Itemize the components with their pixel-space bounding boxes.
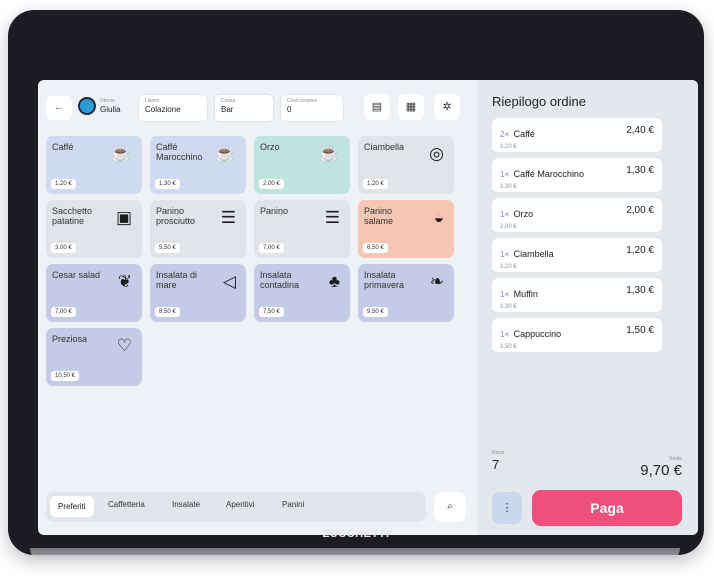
pieces-label: Pezzi bbox=[492, 450, 505, 456]
product-tile[interactable]: Ciambella ◎ 1,20 € bbox=[358, 136, 454, 194]
order-item[interactable]: 1× Caffé Marocchino 1,30 € 1,30 € bbox=[492, 158, 662, 192]
product-tile[interactable]: Panino salame ◒ 6,50 € bbox=[358, 200, 454, 258]
gear-icon[interactable]: ✲ bbox=[434, 94, 460, 120]
order-totals: Pezzi 7 Totale 9,70 € bbox=[492, 450, 682, 484]
product-tile[interactable]: Insalata contadina ♣ 7,50 € bbox=[254, 264, 350, 322]
search-icon[interactable]: ⌕ bbox=[434, 492, 466, 522]
cup-icon: ☕ bbox=[214, 144, 236, 163]
product-tile[interactable]: Panino ☰ 7,00 € bbox=[254, 200, 350, 258]
mug-icon: ☕ bbox=[318, 144, 340, 163]
chili-icon: ❧ bbox=[429, 272, 444, 291]
tablet-stand bbox=[30, 548, 680, 562]
sandwich-icon: ☰ bbox=[220, 208, 236, 227]
tablet-frame: ← Utente Giulia Listino Colazione Cassa … bbox=[8, 10, 704, 555]
tab-panini[interactable]: Panini bbox=[282, 500, 304, 509]
product-tile[interactable]: Orzo ☕ 2,00 € bbox=[254, 136, 350, 194]
donut-icon: ◎ bbox=[429, 144, 444, 163]
order-item[interactable]: 1× Cappuccino 1,50 € 1,50 € bbox=[492, 318, 662, 352]
order-item[interactable]: 1× Muffin 1,30 € 1,30 € bbox=[492, 278, 662, 312]
top-bar: ← Utente Giulia Listino Colazione Cassa … bbox=[46, 88, 466, 128]
page-title: Riepilogo ordine bbox=[492, 94, 586, 109]
broccoli-icon: ♣ bbox=[328, 272, 340, 291]
product-tile[interactable]: Preziosa ♡ 10,50 € bbox=[46, 328, 142, 386]
brand-logo: ZUCCHETTI bbox=[322, 528, 390, 540]
suspended-accounts[interactable]: Conti sospesi 0 bbox=[280, 94, 344, 122]
cup-icon: ☕ bbox=[110, 144, 132, 163]
order-summary: Riepilogo ordine 2× Caffé 1,20 € 2,40 € … bbox=[478, 80, 698, 535]
product-tile[interactable]: Insalata di mare ◁ 8,50 € bbox=[150, 264, 246, 322]
taco-icon: ◒ bbox=[433, 208, 444, 227]
pay-button[interactable]: Paga bbox=[532, 490, 682, 526]
product-tile[interactable]: Insalata primavera ❧ 9,50 € bbox=[358, 264, 454, 322]
order-item[interactable]: 2× Caffé 1,20 € 2,40 € bbox=[492, 118, 662, 152]
product-tile[interactable]: Cesar salad ❦ 7,00 € bbox=[46, 264, 142, 322]
tab-aperitivi[interactable]: Aperitivi bbox=[226, 500, 254, 509]
product-panel: ← Utente Giulia Listino Colazione Cassa … bbox=[46, 88, 466, 526]
fish-icon: ◁ bbox=[222, 272, 236, 291]
product-tile[interactable]: Panino prosciutto ☰ 5,50 € bbox=[150, 200, 246, 258]
product-tile[interactable]: Caffé ☕ 1,20 € bbox=[46, 136, 142, 194]
chips-bag-icon: ▣ bbox=[115, 208, 132, 227]
total-amount: 9,70 € bbox=[640, 462, 682, 479]
tab-caffetteria[interactable]: Caffetteria bbox=[108, 500, 145, 509]
tab-preferiti[interactable]: Preferiti bbox=[50, 496, 94, 517]
register-icon[interactable]: ▤ bbox=[364, 94, 390, 120]
pieces-count: 7 bbox=[492, 457, 500, 472]
register-selector[interactable]: Cassa Bar bbox=[214, 94, 274, 122]
tab-insalate[interactable]: Insalate bbox=[172, 500, 200, 509]
avatar bbox=[78, 97, 96, 115]
product-tile[interactable]: Caffé Marocchino ☕ 1,30 € bbox=[150, 136, 246, 194]
order-item[interactable]: 1× Ciambella 1,20 € 1,20 € bbox=[492, 238, 662, 272]
sandwich-icon: ☰ bbox=[324, 208, 340, 227]
vegetable-icon: ♡ bbox=[116, 336, 132, 355]
user-label: Utente bbox=[100, 98, 115, 104]
order-item[interactable]: 1× Orzo 2,00 € 2,00 € bbox=[492, 198, 662, 232]
user-name[interactable]: Giulia bbox=[100, 105, 120, 114]
product-tile[interactable]: Sacchetto patatine ▣ 3,00 € bbox=[46, 200, 142, 258]
salad-icon: ❦ bbox=[117, 272, 132, 291]
category-tabs: Preferiti Caffetteria Insalate Aperitivi… bbox=[46, 492, 426, 522]
receipt-icon[interactable]: ▦ bbox=[398, 94, 424, 120]
more-options-button[interactable]: ⋮ bbox=[492, 492, 522, 524]
back-button[interactable]: ← bbox=[46, 96, 72, 120]
pos-screen: ← Utente Giulia Listino Colazione Cassa … bbox=[38, 80, 698, 535]
price-list-selector[interactable]: Listino Colazione bbox=[138, 94, 208, 122]
